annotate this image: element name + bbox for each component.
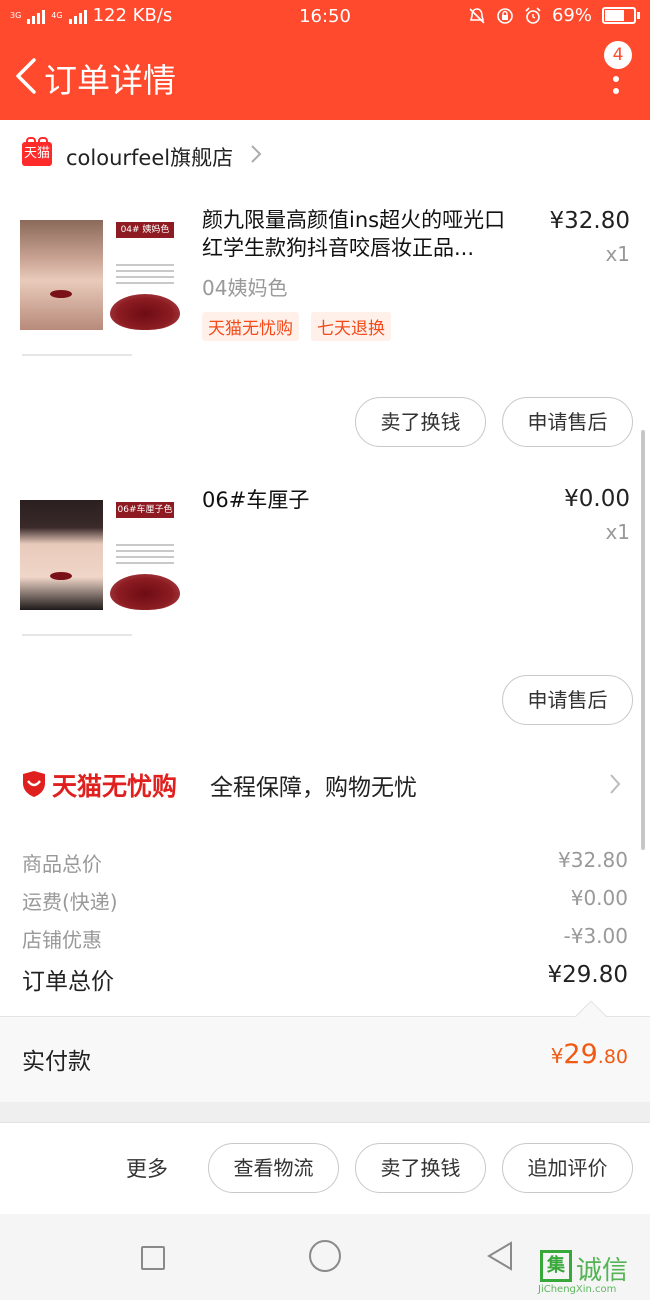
bell-off-icon	[469, 7, 485, 24]
notification-badge[interactable]: 4	[602, 39, 634, 71]
order-total-label: 订单总价	[22, 969, 114, 995]
guarantee-brand: 天猫无忧购	[52, 772, 178, 801]
guarantee-banner[interactable]: 天猫无忧购 全程保障，购物无忧	[0, 755, 650, 815]
battery-percent: 69%	[551, 5, 592, 26]
summary-label: 商品总价	[22, 852, 102, 876]
rotation-lock-icon	[497, 7, 513, 24]
paid-decimal: .80	[597, 1046, 628, 1068]
watermark-logo: 集 诚信 JiChengXin.com	[528, 1250, 646, 1298]
summary-row: 商品总价 ¥32.80	[22, 848, 628, 882]
product-image[interactable]: 06#车厘子色	[18, 500, 183, 650]
shade-label: 04# 姨妈色	[116, 222, 174, 238]
paid-value: ¥29.80	[551, 1039, 628, 1070]
shield-icon	[23, 771, 45, 797]
lips-swatch	[110, 294, 180, 330]
store-row[interactable]: 天猫 colourfeel旗舰店	[0, 130, 650, 180]
watermark-mark: 集	[540, 1250, 572, 1282]
watermark-sub: JiChengXin.com	[538, 1284, 617, 1295]
service-tags: 天猫无忧购 七天退换	[202, 312, 391, 341]
paid-label: 实付款	[22, 1049, 91, 1075]
resell-button[interactable]: 卖了换钱	[355, 397, 486, 447]
back-arrow-icon[interactable]	[10, 56, 40, 96]
summary-value: ¥32.80	[558, 848, 628, 872]
battery-icon	[602, 7, 640, 24]
circle-icon[interactable]	[309, 1240, 341, 1272]
product-title[interactable]: 颜九限量高颜值ins超火的哑光口红学生款狗抖音咬唇妆正品...	[202, 206, 522, 262]
summary-value: -¥3.00	[563, 924, 628, 948]
summary-row: 运费(快递) ¥0.00	[22, 886, 628, 920]
section-divider	[0, 1102, 650, 1122]
service-tag: 七天退换	[311, 312, 391, 341]
store-name[interactable]: colourfeel旗舰店	[66, 142, 233, 172]
lips-swatch	[110, 574, 180, 610]
page-title: 订单详情	[44, 61, 176, 100]
product-title[interactable]: 06#车厘子	[202, 486, 522, 514]
after-sale-button[interactable]: 申请售后	[502, 397, 633, 447]
shade-label: 06#车厘子色	[116, 502, 174, 518]
chevron-right-icon	[610, 774, 621, 794]
product-quantity: x1	[605, 520, 630, 544]
scrollbar[interactable]	[641, 430, 645, 850]
shade-card: 04# 姨妈色	[106, 222, 183, 340]
model-photo	[20, 500, 103, 610]
tmall-logo: 天猫	[22, 137, 52, 166]
service-tag: 天猫无忧购	[202, 312, 299, 341]
paid-amount-box: 实付款 ¥29.80	[0, 1016, 650, 1102]
product-image[interactable]: 04# 姨妈色	[18, 220, 183, 370]
more-actions-link[interactable]: 更多	[126, 1153, 168, 1183]
paid-currency: ¥	[550, 1044, 564, 1068]
resell-button[interactable]: 卖了换钱	[355, 1143, 486, 1193]
square-icon[interactable]	[141, 1246, 165, 1270]
order-total-row: 订单总价 ¥29.80	[22, 962, 628, 998]
summary-row: 店铺优惠 -¥3.00	[22, 924, 628, 958]
product-sku: 04姨妈色	[202, 276, 288, 300]
order-total-value: ¥29.80	[547, 962, 628, 988]
summary-label: 运费(快递)	[22, 890, 118, 914]
status-bar: 3G 4G 122 KB/s 16:50 69%	[0, 0, 650, 34]
paid-integer: 29	[563, 1039, 598, 1070]
product-price: ¥32.80	[549, 208, 630, 234]
after-sale-button[interactable]: 申请售后	[502, 675, 633, 725]
shade-card: 06#车厘子色	[106, 502, 183, 620]
top-bar: 3G 4G 122 KB/s 16:50 69% 订单详情 4	[0, 0, 650, 120]
alarm-icon	[525, 6, 541, 24]
chevron-right-icon	[251, 145, 262, 163]
triangle-back-icon[interactable]	[485, 1240, 515, 1272]
guarantee-text: 全程保障，购物无忧	[210, 775, 417, 801]
product-price: ¥0.00	[564, 486, 630, 512]
model-photo	[20, 220, 103, 330]
add-review-button[interactable]: 追加评价	[502, 1143, 633, 1193]
product-quantity: x1	[605, 242, 630, 266]
watermark-text: 诚信	[576, 1256, 629, 1286]
nav-bar: 订单详情 4	[0, 34, 650, 120]
view-logistics-button[interactable]: 查看物流	[208, 1143, 339, 1193]
bottom-action-bar: 更多 查看物流 卖了换钱 追加评价	[0, 1122, 650, 1214]
summary-value: ¥0.00	[570, 886, 628, 910]
summary-label: 店铺优惠	[22, 928, 102, 952]
